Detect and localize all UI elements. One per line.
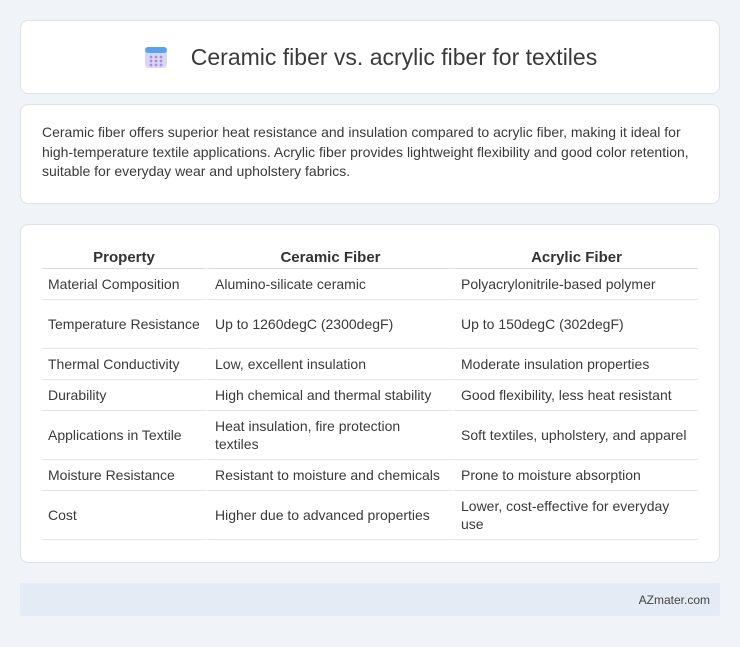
footer: AZmater.com — [20, 583, 720, 616]
table-cell: Up to 150degC (302degF) — [452, 300, 698, 349]
table-cell: Moisture Resistance — [42, 460, 206, 491]
table-cell: Up to 1260degC (2300degF) — [206, 300, 452, 349]
table-cell: Polyacrylonitrile-based polymer — [452, 269, 698, 300]
table-cell: Higher due to advanced properties — [206, 491, 452, 540]
table-row: Thermal Conductivity Low, excellent insu… — [42, 349, 698, 380]
table-row: Material Composition Alumino-silicate ce… — [42, 269, 698, 300]
comparison-table-card: Property Ceramic Fiber Acrylic Fiber Mat… — [20, 224, 720, 563]
column-header-property: Property — [42, 245, 206, 269]
footer-site-link[interactable]: AZmater.com — [639, 593, 710, 607]
intro-text: Ceramic fiber offers superior heat resis… — [42, 124, 689, 179]
table-cell: Prone to moisture absorption — [452, 460, 698, 491]
intro-card: Ceramic fiber offers superior heat resis… — [20, 104, 720, 204]
table-cell: Low, excellent insulation — [206, 349, 452, 380]
calendar-icon — [143, 44, 169, 70]
table-row: Applications in Textile Heat insulation,… — [42, 411, 698, 460]
column-header-acrylic: Acrylic Fiber — [452, 245, 698, 269]
table-cell: Lower, cost-effective for everyday use — [452, 491, 698, 540]
table-row: Durability High chemical and thermal sta… — [42, 380, 698, 411]
table-cell: Thermal Conductivity — [42, 349, 206, 380]
table-row: Moisture Resistance Resistant to moistur… — [42, 460, 698, 491]
table-cell: Temperature Resistance — [42, 300, 206, 349]
table-cell: Good flexibility, less heat resistant — [452, 380, 698, 411]
table-cell: Heat insulation, fire protection textile… — [206, 411, 452, 460]
table-cell: Cost — [42, 491, 206, 540]
table-header-row: Property Ceramic Fiber Acrylic Fiber — [42, 245, 698, 269]
table-cell: Moderate insulation properties — [452, 349, 698, 380]
table-cell: Durability — [42, 380, 206, 411]
table-cell: Applications in Textile — [42, 411, 206, 460]
table-cell: Material Composition — [42, 269, 206, 300]
title-card: Ceramic fiber vs. acrylic fiber for text… — [20, 20, 720, 94]
table-cell: Soft textiles, upholstery, and apparel — [452, 411, 698, 460]
table-row: Temperature Resistance Up to 1260degC (2… — [42, 300, 698, 349]
page-title: Ceramic fiber vs. acrylic fiber for text… — [190, 43, 598, 70]
table-row: Cost Higher due to advanced properties L… — [42, 491, 698, 540]
comparison-table: Property Ceramic Fiber Acrylic Fiber Mat… — [42, 245, 698, 540]
table-cell: High chemical and thermal stability — [206, 380, 452, 411]
table-cell: Resistant to moisture and chemicals — [206, 460, 452, 491]
table-cell: Alumino-silicate ceramic — [206, 269, 452, 300]
column-header-ceramic: Ceramic Fiber — [206, 245, 452, 269]
